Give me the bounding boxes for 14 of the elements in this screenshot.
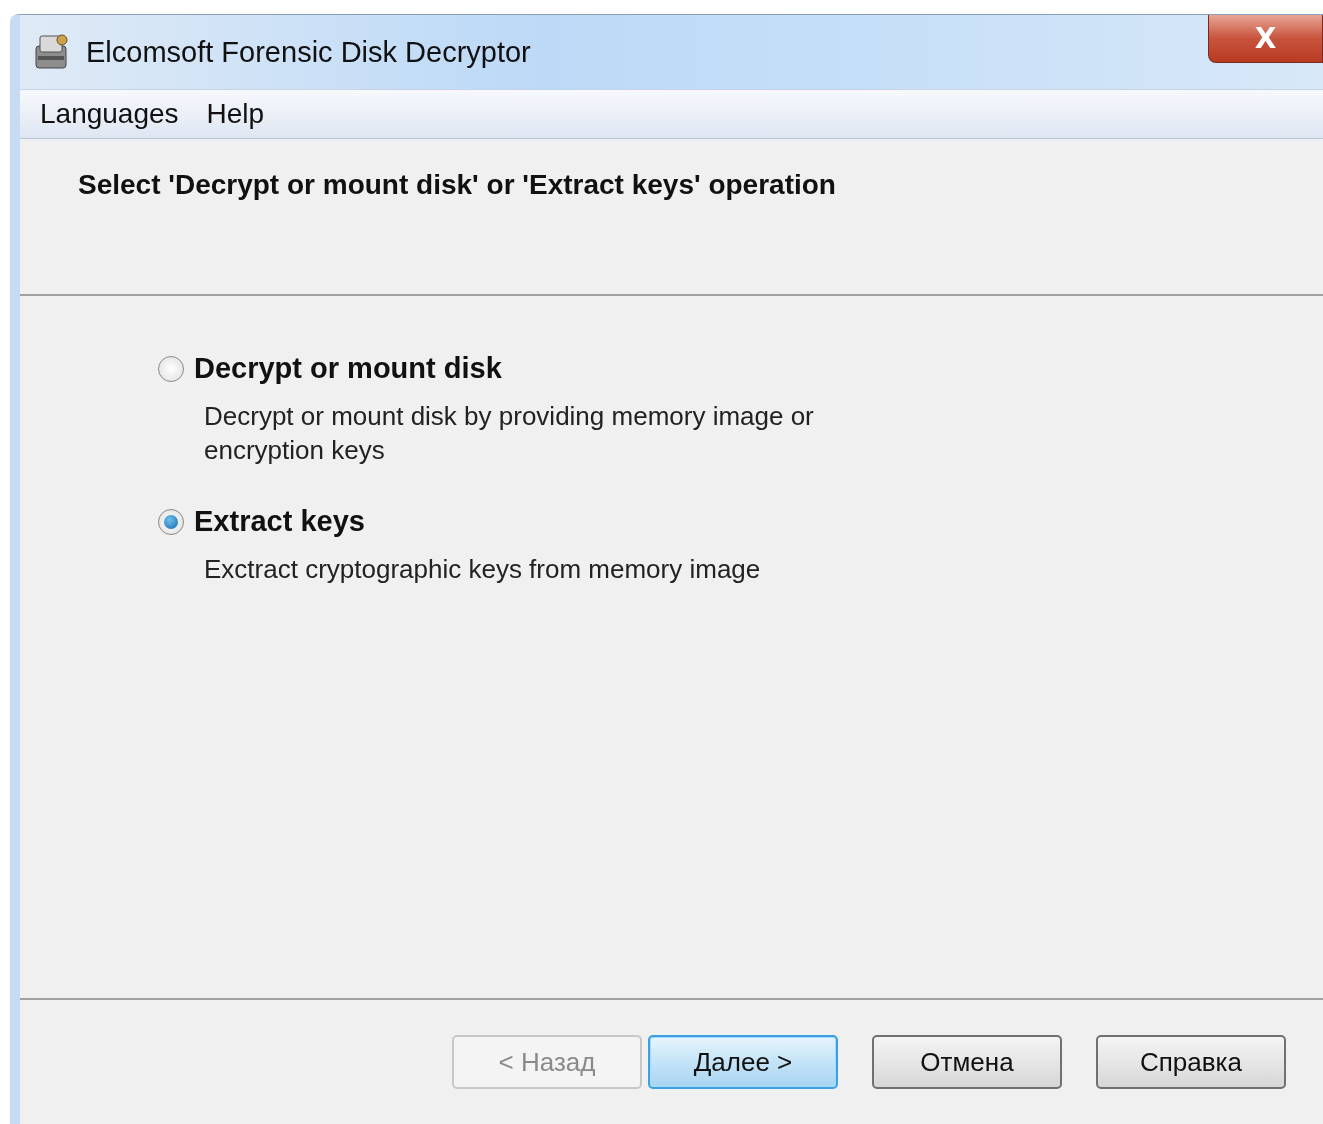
radio-button[interactable] <box>158 355 184 382</box>
option-label[interactable]: Extract keys <box>194 505 365 538</box>
menu-item[interactable]: Help <box>196 98 275 130</box>
wizard-button[interactable]: Справка <box>1096 1035 1286 1089</box>
wizard-button[interactable]: Отмена <box>872 1035 1062 1089</box>
option-description: Exctract cryptographic keys from memory image <box>204 553 762 586</box>
page-heading: Select 'Decrypt or mount disk' or 'Extract keys' operation <box>78 169 836 200</box>
radio-button[interactable] <box>158 508 184 535</box>
close-button[interactable]: X <box>1208 15 1323 63</box>
window-title: Elcomsoft Forensic Disk Decryptor <box>86 35 531 69</box>
wizard-button[interactable]: Далее > <box>648 1035 838 1089</box>
menu-item[interactable]: Languages <box>30 98 189 130</box>
option-description: Decrypt or mount disk by providing memory image or encryption keys <box>204 400 815 467</box>
option-label[interactable]: Decrypt or mount disk <box>194 352 502 385</box>
